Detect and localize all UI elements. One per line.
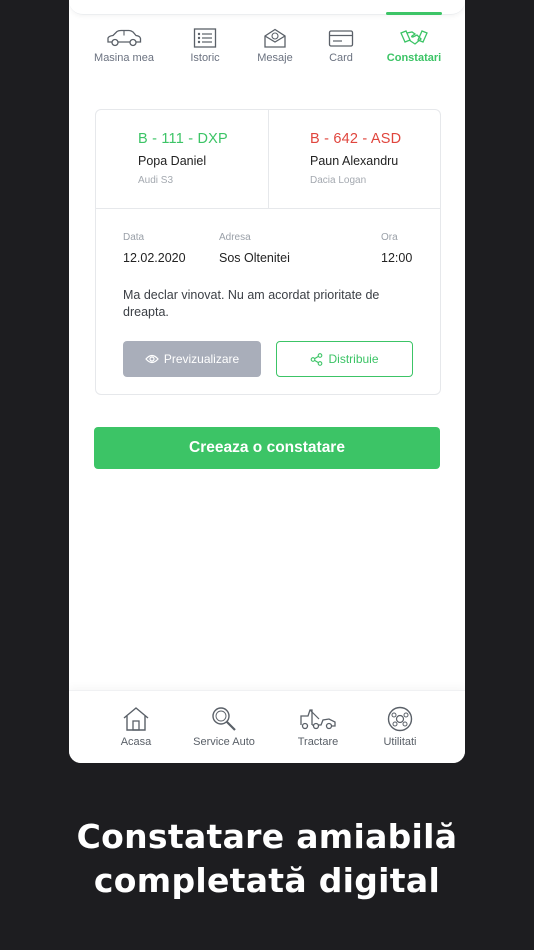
report-description: Ma declar vinovat. Nu am acordat priorit… bbox=[123, 288, 380, 319]
plate-number: B - 111 - DXP bbox=[138, 131, 228, 147]
bottom-nav: Acasa Service Auto Tractare Utilitati bbox=[69, 690, 465, 763]
car-model: Audi S3 bbox=[138, 175, 174, 186]
nav-label: Tractare bbox=[297, 736, 339, 748]
car-icon bbox=[107, 29, 142, 47]
time-label: Ora bbox=[381, 232, 398, 243]
vehicle-b: B - 642 - ASD Paun Alexandru Dacia Logan bbox=[268, 110, 440, 208]
tab-label: Mesaje bbox=[257, 52, 293, 64]
tab-label: Constatari bbox=[386, 52, 442, 64]
eye-icon bbox=[145, 354, 159, 364]
date-value: 12.02.2020 bbox=[123, 251, 186, 265]
share-icon bbox=[311, 352, 323, 366]
address-label: Adresa bbox=[219, 232, 251, 243]
create-report-button[interactable]: Creeaza o constatare bbox=[94, 427, 440, 469]
share-label: Distribuie bbox=[328, 352, 379, 366]
tab-masina-mea[interactable]: Masina mea bbox=[86, 28, 162, 64]
tab-istoric[interactable]: Istoric bbox=[167, 28, 243, 64]
phone-screen: Masina mea Istoric Mesaje Card Constatar… bbox=[69, 0, 465, 763]
vehicle-a: B - 111 - DXP Popa Daniel Audi S3 bbox=[96, 110, 269, 208]
headline-line-1: Constatare amiabilă bbox=[76, 817, 458, 856]
driver-name: Paun Alexandru bbox=[310, 154, 399, 168]
card-divider bbox=[96, 208, 440, 209]
tab-label: Masina mea bbox=[94, 52, 154, 64]
tab-constatari[interactable]: Constatari bbox=[376, 28, 452, 64]
promo-headline: Constatare amiabilă completată digital bbox=[0, 815, 534, 903]
tab-label: Istoric bbox=[190, 52, 220, 64]
tow-truck-icon bbox=[300, 709, 336, 730]
nav-label: Acasa bbox=[120, 736, 152, 748]
tab-mesaje[interactable]: Mesaje bbox=[237, 28, 313, 64]
nav-tractare[interactable]: Tractare bbox=[273, 706, 363, 748]
nav-label: Utilitati bbox=[383, 736, 417, 748]
utilities-icon bbox=[387, 706, 413, 732]
headline-line-2: completată digital bbox=[93, 861, 441, 900]
nav-acasa[interactable]: Acasa bbox=[91, 706, 181, 748]
preview-label: Previzualizare bbox=[163, 352, 240, 366]
tab-card[interactable]: Card bbox=[303, 28, 379, 64]
time-value: 12:00 bbox=[381, 251, 413, 265]
history-list-icon bbox=[193, 28, 217, 48]
active-tab-indicator bbox=[386, 12, 442, 15]
nav-label: Service Auto bbox=[193, 736, 255, 748]
preview-button[interactable]: Previzualizare bbox=[123, 341, 261, 377]
top-tab-bar: Masina mea Istoric Mesaje Card Constatar… bbox=[69, 0, 465, 90]
plate-number: B - 642 - ASD bbox=[310, 131, 402, 147]
address-value: Sos Oltenitei bbox=[219, 251, 290, 265]
search-icon bbox=[212, 707, 236, 731]
accident-report-card[interactable]: B - 111 - DXP Popa Daniel Audi S3 B - 64… bbox=[95, 109, 441, 395]
share-button[interactable]: Distribuie bbox=[276, 341, 413, 377]
credit-card-icon bbox=[328, 30, 354, 47]
handshake-icon bbox=[400, 30, 428, 45]
tab-label: Card bbox=[329, 52, 353, 64]
date-label: Data bbox=[123, 232, 145, 243]
car-model: Dacia Logan bbox=[310, 175, 367, 186]
home-icon bbox=[123, 707, 149, 731]
envelope-icon bbox=[264, 28, 286, 48]
nav-service-auto[interactable]: Service Auto bbox=[179, 706, 269, 748]
nav-utilitati[interactable]: Utilitati bbox=[355, 706, 445, 748]
driver-name: Popa Daniel bbox=[138, 154, 207, 168]
